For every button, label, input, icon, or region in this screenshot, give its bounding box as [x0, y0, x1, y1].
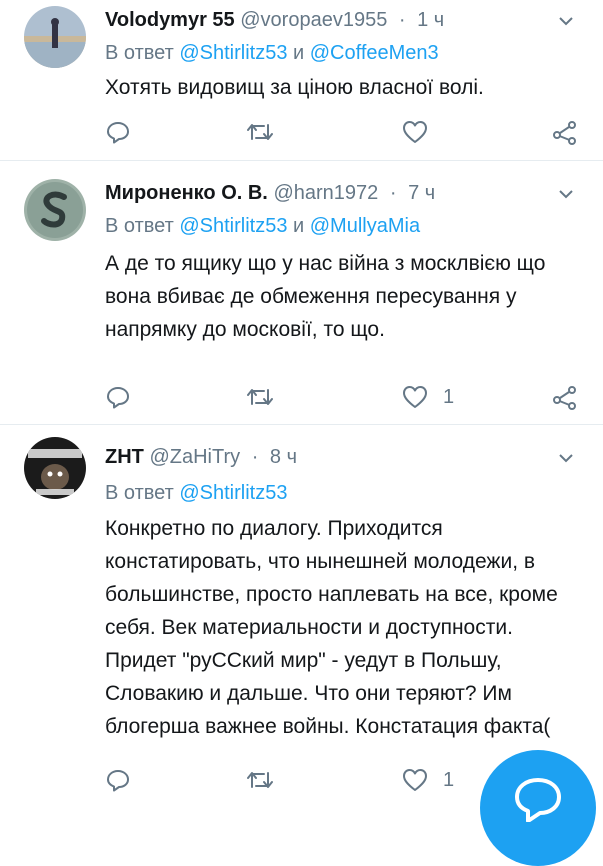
reply-icon	[107, 770, 129, 792]
reply-prefix: В ответ	[105, 482, 174, 504]
mention-link[interactable]: @Shtirlitz53	[179, 42, 287, 64]
like-button[interactable]: 1	[401, 382, 454, 412]
reply-button[interactable]	[105, 765, 131, 795]
avatar[interactable]	[24, 179, 86, 241]
mention-link[interactable]: @Shtirlitz53	[179, 482, 287, 504]
separator-dot: ·	[398, 9, 406, 31]
tweet-text: Хотять видовищ за ціною власної волі.	[105, 76, 484, 99]
like-icon	[403, 386, 427, 408]
tweet-actions: 1	[105, 382, 580, 412]
share-button[interactable]	[552, 382, 578, 412]
mention-link[interactable]: @MullyaMia	[310, 215, 420, 237]
author-handle[interactable]: @harn1972	[273, 182, 378, 204]
timestamp: 7 ч	[408, 182, 436, 204]
avatar[interactable]	[24, 437, 86, 499]
separator-dot: ·	[251, 446, 259, 468]
reply-prefix: В ответ	[105, 42, 174, 64]
like-button[interactable]	[401, 117, 443, 147]
mention-link[interactable]: @Shtirlitz53	[179, 215, 287, 237]
like-count: 1	[443, 385, 455, 408]
author-handle[interactable]: @voropaev1955	[240, 9, 387, 31]
compose-icon	[515, 778, 561, 822]
timestamp: 8 ч	[269, 446, 298, 468]
reply-icon	[107, 387, 129, 409]
separator-dot: ·	[389, 182, 397, 204]
tweet-text: Конкретно по диалогу. Приходится констат…	[105, 517, 558, 738]
retweet-button[interactable]	[245, 117, 275, 147]
author-handle[interactable]: @ZaHiTry	[149, 446, 240, 468]
mention-link[interactable]: @CoffeeMen3	[310, 42, 439, 64]
reply-context: В ответ @Shtirlitz53	[105, 480, 287, 506]
reply-prefix: В ответ	[105, 215, 174, 237]
tweet-actions	[105, 117, 580, 147]
reply-joiner: и	[293, 42, 305, 64]
reply-joiner: и	[293, 215, 305, 237]
reply-button[interactable]	[105, 382, 131, 412]
tweet[interactable]: ZHT @ZaHiTry · 8 ч В ответ @Shtirlitz53 …	[0, 425, 603, 800]
chevron-down-icon[interactable]	[557, 185, 575, 203]
author-name[interactable]: Мироненко О. В.	[105, 182, 268, 204]
tweet[interactable]: Мироненко О. В. @harn1972 · 7 ч В ответ …	[0, 161, 603, 425]
tweet-text: А де то ящику що у нас війна з москлвією…	[105, 252, 546, 341]
retweet-icon	[247, 389, 273, 405]
share-icon	[553, 386, 576, 410]
timestamp: 1 ч	[417, 9, 445, 31]
author-name[interactable]: ZHT	[105, 446, 144, 468]
retweet-button[interactable]	[245, 382, 275, 412]
retweet-button[interactable]	[245, 765, 275, 795]
retweet-icon	[247, 124, 273, 140]
avatar[interactable]	[24, 6, 86, 68]
share-icon	[553, 121, 576, 145]
reply-button[interactable]	[105, 117, 131, 147]
like-icon	[403, 769, 427, 791]
like-count: 1	[443, 768, 455, 791]
reply-context: В ответ @Shtirlitz53 и @MullyaMia	[105, 213, 420, 239]
like-icon	[403, 121, 427, 143]
retweet-icon	[247, 772, 273, 788]
author-name[interactable]: Volodymyr 55	[105, 9, 235, 31]
tweet[interactable]: Volodymyr 55 @voropaev1955 · 1 ч В ответ…	[0, 0, 603, 161]
reply-icon	[107, 122, 129, 144]
chevron-down-icon[interactable]	[557, 449, 575, 467]
chevron-down-icon[interactable]	[557, 12, 575, 30]
like-button[interactable]: 1	[401, 765, 454, 795]
compose-button[interactable]	[480, 750, 596, 866]
reply-context: В ответ @Shtirlitz53 и @CoffeeMen3	[105, 40, 439, 66]
share-button[interactable]	[552, 117, 578, 147]
